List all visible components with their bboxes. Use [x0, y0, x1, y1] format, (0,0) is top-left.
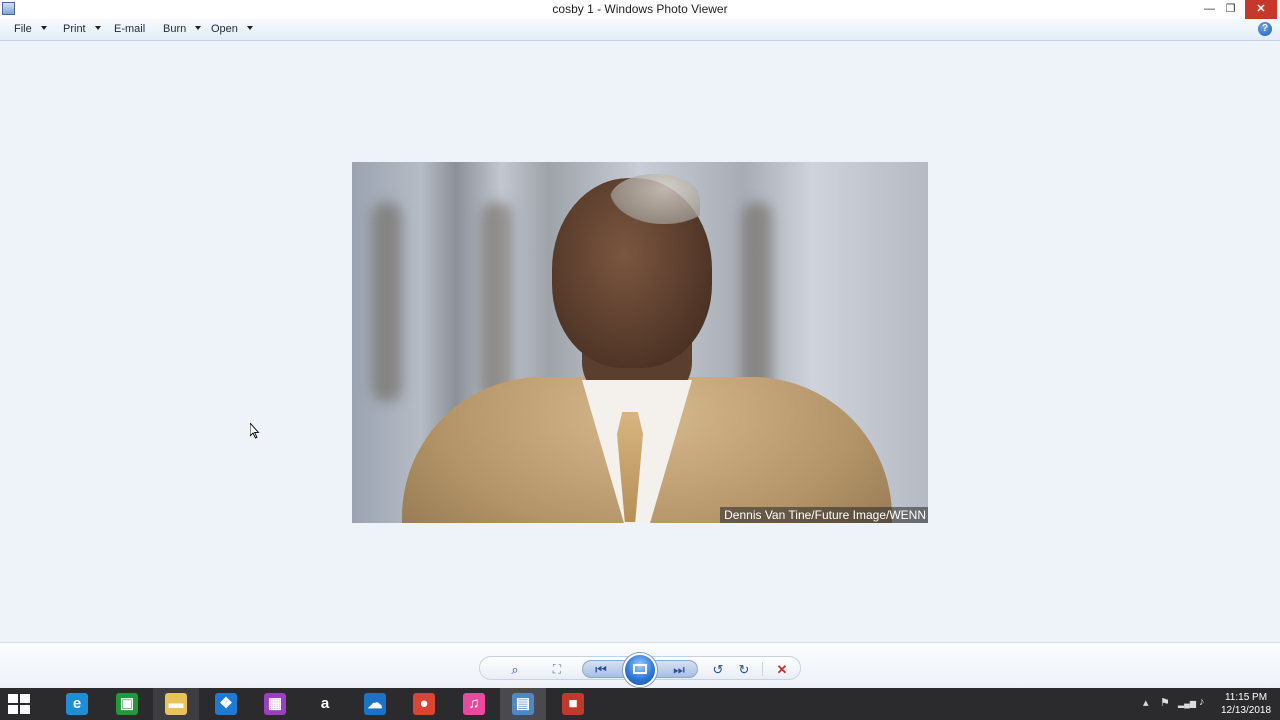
clock-time: 11:15 PM [1224, 692, 1268, 703]
actual-size-icon[interactable]: ⛶ [548, 661, 566, 678]
photo-viewer-icon: ▤ [512, 693, 534, 715]
delete-icon[interactable]: ✕ [772, 661, 792, 678]
menu-bar: File Print E-mail Burn Open ? [0, 19, 1280, 41]
taskbar-screen-recorder[interactable]: ■ [550, 688, 596, 720]
menu-burn-label: Burn [163, 23, 187, 35]
menu-print-label: Print [63, 23, 86, 35]
next-icon[interactable]: ⏭ [668, 661, 690, 678]
photo-hair [610, 174, 700, 224]
rotate-counterclockwise-icon[interactable]: ↺ [708, 661, 728, 678]
menu-file-label: File [14, 23, 32, 35]
chevron-down-icon [195, 26, 202, 30]
taskbar-photos-app[interactable]: ▦ [252, 688, 298, 720]
help-icon[interactable]: ? [1258, 22, 1272, 36]
chevron-down-icon [40, 26, 47, 30]
tray-chevron-icon[interactable]: ▴ [1143, 696, 1149, 709]
chevron-down-icon [246, 26, 253, 30]
mouse-cursor-icon [250, 423, 260, 439]
rotate-clockwise-icon[interactable]: ↻ [734, 661, 754, 678]
taskbar-amazon[interactable]: a [302, 688, 348, 720]
taskbar-photo-viewer[interactable]: ▤ [500, 688, 546, 720]
screen-recorder-icon: ■ [562, 693, 584, 715]
taskbar-itunes[interactable]: ♫ [451, 688, 497, 720]
slideshow-icon [633, 664, 647, 674]
action-center-flag-icon[interactable]: ⚑ [1160, 696, 1170, 709]
menu-open-label: Open [211, 23, 238, 35]
taskbar-store[interactable]: ▣ [104, 688, 150, 720]
slideshow-button[interactable] [623, 653, 657, 687]
taskbar-chrome[interactable]: ● [401, 688, 447, 720]
taskbar-onedrive[interactable]: ☁ [352, 688, 398, 720]
internet-explorer-icon: e [66, 693, 88, 715]
window-title: cosby 1 - Windows Photo Viewer [552, 2, 728, 16]
background-pillar [742, 202, 772, 402]
menu-open[interactable]: Open [211, 23, 253, 35]
itunes-icon: ♫ [463, 693, 485, 715]
control-divider [762, 662, 763, 676]
taskbar-file-explorer[interactable]: ▬ [153, 688, 199, 720]
photos-app-icon: ▦ [264, 693, 286, 715]
amazon-icon: a [314, 693, 336, 715]
restore-button[interactable]: ❐ [1217, 0, 1244, 19]
image-viewer-area[interactable]: Dennis Van Tine/Future Image/WENN [0, 42, 1280, 642]
title-bar: cosby 1 - Windows Photo Viewer — ❐ ✕ [0, 0, 1280, 19]
zoom-icon[interactable]: ⌕ [502, 661, 528, 678]
dropbox-icon: ❖ [215, 693, 237, 715]
menu-email-label: E-mail [114, 23, 146, 35]
background-pillar [372, 202, 402, 402]
background-pillar [482, 202, 512, 402]
menu-burn[interactable]: Burn [163, 23, 202, 35]
taskbar-clock[interactable]: 11:15 PM 12/13/2018 [1216, 691, 1276, 717]
taskbar: e ▣ ▬ ❖ ▦ a ☁ ● ♫ ▤ ■ ▴ ⚑ ▂▄▆ ♪ 11:15 PM 12/13/201… [0, 688, 1280, 720]
network-signal-icon[interactable]: ▂▄▆ [1178, 699, 1196, 708]
file-explorer-icon: ▬ [165, 693, 187, 715]
close-button[interactable]: ✕ [1245, 0, 1277, 19]
previous-icon[interactable]: ⏮ [590, 661, 612, 678]
onedrive-icon: ☁ [364, 693, 386, 715]
clock-date: 12/13/2018 [1220, 705, 1272, 716]
chrome-icon: ● [413, 693, 435, 715]
taskbar-dropbox[interactable]: ❖ [203, 688, 249, 720]
menu-file[interactable]: File [14, 23, 47, 35]
displayed-photo: Dennis Van Tine/Future Image/WENN [352, 162, 928, 523]
control-pill: ⌕ ⛶ ⏮ ⏭ ↺ ↻ ✕ [479, 653, 801, 687]
menu-email[interactable]: E-mail [114, 23, 145, 35]
photo-credit: Dennis Van Tine/Future Image/WENN [720, 507, 928, 523]
windows-start-icon[interactable] [8, 694, 30, 714]
taskbar-internet-explorer[interactable]: e [54, 688, 100, 720]
viewer-control-bar: ⌕ ⛶ ⏮ ⏭ ↺ ↻ ✕ [0, 642, 1280, 688]
chevron-down-icon [94, 26, 101, 30]
menu-print[interactable]: Print [63, 23, 101, 35]
volume-icon[interactable]: ♪ [1199, 696, 1205, 708]
store-icon: ▣ [116, 693, 138, 715]
